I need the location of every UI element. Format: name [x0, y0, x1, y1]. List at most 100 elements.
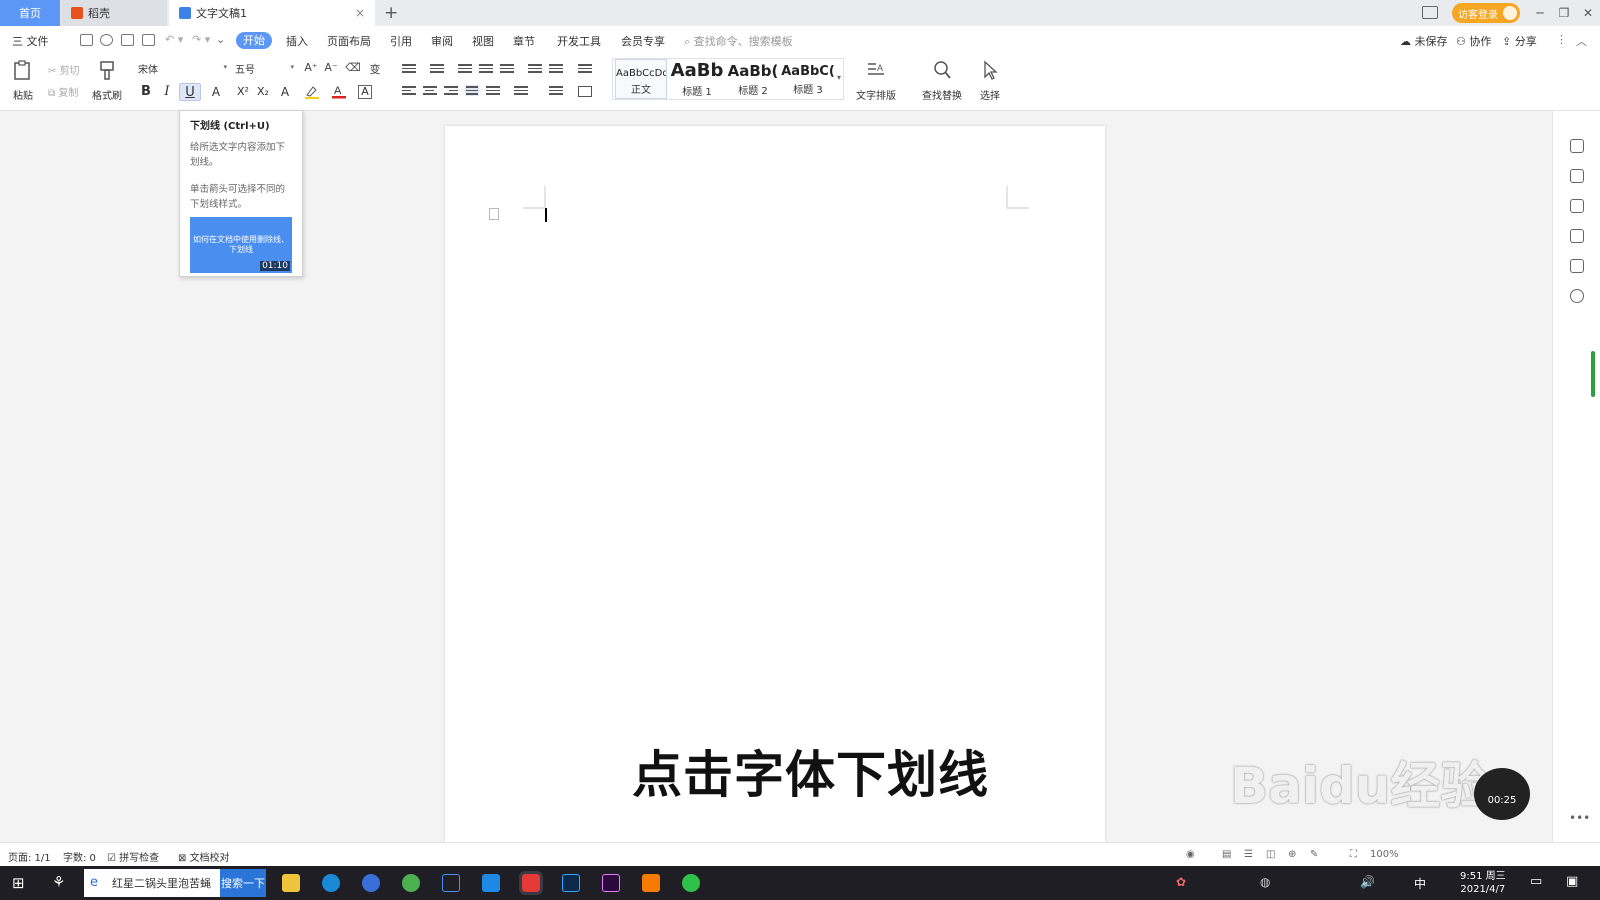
- bold-button[interactable]: B: [137, 83, 155, 101]
- tab-close-icon[interactable]: ×: [355, 6, 365, 20]
- font-color-icon[interactable]: A: [330, 83, 348, 101]
- increase-indent-icon[interactable]: [479, 64, 493, 75]
- style-panel-icon[interactable]: [1570, 139, 1584, 153]
- taskbar-search-button[interactable]: 搜索一下: [220, 869, 266, 897]
- bullet-list-icon[interactable]: [402, 64, 416, 75]
- clear-format-icon[interactable]: ⌫: [344, 61, 362, 77]
- close-window-icon[interactable]: ✕: [1576, 6, 1600, 20]
- notification-icon[interactable]: ▣: [1566, 874, 1578, 889]
- tray-app-icon[interactable]: ✿: [1176, 875, 1186, 889]
- tab-view[interactable]: 视图: [472, 33, 494, 49]
- photoshop-icon[interactable]: [562, 874, 580, 892]
- web-view-icon[interactable]: ◫: [1266, 849, 1275, 860]
- font-size-select[interactable]: 五号 ▾: [232, 61, 298, 77]
- show-desktop-icon[interactable]: ▭: [1530, 874, 1542, 889]
- tab-daoke[interactable]: 稻壳: [61, 0, 167, 26]
- paragraph-menu-icon[interactable]: [489, 208, 499, 220]
- chinese-layout-icon[interactable]: [500, 64, 514, 75]
- write-view-icon[interactable]: ✎: [1310, 849, 1318, 860]
- style-heading-1[interactable]: AaBb 标题 1: [669, 59, 725, 99]
- wechat-icon[interactable]: [682, 874, 700, 892]
- show-marks-icon[interactable]: [549, 64, 563, 75]
- adjust-sliders-icon[interactable]: [1570, 229, 1584, 243]
- print-preview-icon[interactable]: [142, 34, 155, 46]
- text-layout-button[interactable]: A 文字排版: [856, 59, 896, 102]
- notes-app-icon[interactable]: [642, 874, 660, 892]
- tab-member[interactable]: 会员专享: [621, 33, 665, 49]
- tab-stops-icon[interactable]: [578, 64, 592, 75]
- subscript-button[interactable]: X₂: [254, 83, 272, 101]
- tab-home[interactable]: 首页: [0, 0, 60, 26]
- tab-developer[interactable]: 开发工具: [557, 33, 601, 49]
- help-icon[interactable]: [1570, 289, 1584, 303]
- edit-pen-icon[interactable]: [1570, 169, 1584, 183]
- collapse-ribbon-icon[interactable]: ︿: [1576, 33, 1587, 49]
- share-button[interactable]: ⇪ 分享: [1502, 33, 1537, 49]
- tab-page-layout[interactable]: 页面布局: [327, 33, 371, 49]
- grow-font-icon[interactable]: A⁺: [302, 61, 320, 77]
- proofread-button[interactable]: ⊠ 文档校对: [178, 849, 230, 864]
- premiere-icon[interactable]: [602, 874, 620, 892]
- style-heading-2[interactable]: AaBb( 标题 2: [726, 59, 780, 99]
- sidebar-handle[interactable]: [1591, 351, 1595, 397]
- file-explorer-icon[interactable]: [282, 874, 300, 892]
- tab-document[interactable]: 文字文稿1 ×: [169, 0, 375, 26]
- cloud-icon[interactable]: [100, 34, 113, 46]
- tray-volume-icon[interactable]: 🔊: [1360, 875, 1375, 889]
- shrink-font-icon[interactable]: A⁻: [322, 61, 340, 77]
- guest-login-button[interactable]: 访客登录: [1452, 3, 1520, 23]
- underline-button[interactable]: U: [179, 83, 201, 101]
- text-effect-button[interactable]: A: [276, 83, 294, 101]
- tab-insert[interactable]: 插入: [286, 33, 308, 49]
- edge-browser-icon[interactable]: [322, 874, 340, 892]
- outline-view-icon[interactable]: ☰: [1244, 849, 1253, 860]
- highlight-icon[interactable]: [303, 83, 321, 101]
- print-icon[interactable]: [121, 34, 134, 46]
- numbered-list-icon[interactable]: [430, 64, 444, 75]
- strikethrough-button[interactable]: A: [207, 83, 225, 101]
- styles-more-icon[interactable]: ▾: [837, 73, 841, 82]
- page-view-icon[interactable]: ▤: [1222, 849, 1231, 860]
- taskbar-clock[interactable]: 9:51 周三 2021/4/7: [1460, 870, 1506, 896]
- cut-button[interactable]: ✂ 剪切: [48, 62, 80, 77]
- shading-icon[interactable]: [549, 86, 563, 97]
- distributed-icon[interactable]: [486, 86, 500, 97]
- decrease-indent-icon[interactable]: [458, 64, 472, 75]
- page-count[interactable]: 页面: 1/1: [8, 849, 51, 864]
- pen-app-icon[interactable]: [442, 874, 460, 892]
- save-icon[interactable]: [80, 34, 93, 46]
- split-view-icon[interactable]: [1422, 6, 1438, 19]
- superscript-button[interactable]: X²: [234, 83, 252, 101]
- taskbar-search-field[interactable]: e 红星二锅头里泡苦蝇: [84, 869, 220, 897]
- select-pointer-icon[interactable]: [1570, 199, 1584, 213]
- new-tab-button[interactable]: +: [384, 3, 398, 23]
- align-right-icon[interactable]: [444, 86, 458, 97]
- format-painter-button[interactable]: 格式刷: [92, 59, 122, 102]
- phonetic-guide-icon[interactable]: 变: [366, 61, 384, 77]
- font-name-select[interactable]: 宋体 ▾: [135, 61, 231, 77]
- paste-button[interactable]: 粘贴: [12, 59, 34, 102]
- tab-chapter[interactable]: 章节: [513, 33, 535, 49]
- wps-writer-icon[interactable]: [519, 871, 543, 895]
- tray-network-icon[interactable]: ◍: [1260, 875, 1270, 889]
- tab-references[interactable]: 引用: [390, 33, 412, 49]
- more-icon[interactable]: ⋮: [1556, 33, 1567, 46]
- minimize-icon[interactable]: ─: [1528, 6, 1552, 20]
- read-view-icon[interactable]: ⊕: [1288, 849, 1296, 860]
- style-heading-3[interactable]: AaBbC( 标题 3: [781, 59, 835, 99]
- justify-icon[interactable]: [465, 85, 479, 96]
- unsaved-button[interactable]: ☁ 未保存: [1400, 33, 1448, 49]
- zoom-fit-icon[interactable]: ⛶: [1350, 849, 1357, 860]
- copy-button[interactable]: ⧉ 复制: [48, 84, 78, 99]
- eye-protection-icon[interactable]: ◉: [1186, 849, 1195, 860]
- edge-legacy-icon[interactable]: [482, 874, 500, 892]
- command-search[interactable]: ⌕ 查找命令、搜索模板: [684, 33, 793, 49]
- italic-button[interactable]: I: [158, 83, 176, 101]
- archive-box-icon[interactable]: [1570, 259, 1584, 273]
- undo-icon[interactable]: ↶ ▾: [165, 33, 183, 46]
- task-view-icon[interactable]: ⚘: [52, 873, 65, 891]
- line-spacing-icon[interactable]: [514, 86, 528, 97]
- restore-icon[interactable]: ❐: [1552, 6, 1576, 20]
- zoom-level[interactable]: 100%: [1370, 849, 1399, 860]
- align-center-icon[interactable]: [423, 86, 437, 97]
